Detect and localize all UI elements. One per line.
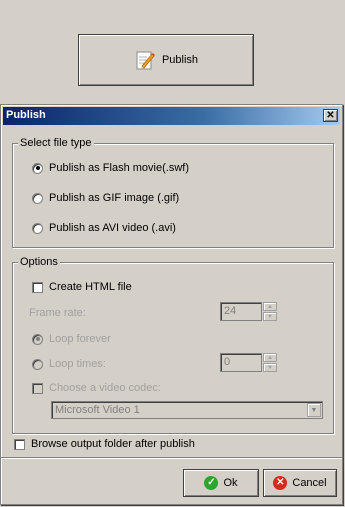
x-circle-icon: ✕ [273, 476, 288, 490]
video-codec-label: Choose a video codec: [49, 382, 161, 394]
publish-dialog: Publish ✕ Select file type Publish as Fl… [0, 104, 343, 505]
radio-gif-label: Publish as GIF image (.gif) [49, 192, 180, 204]
cancel-button-label: Cancel [292, 477, 327, 489]
frame-rate-spinner[interactable]: 24 ▲ ▼ [220, 302, 277, 321]
codec-select[interactable]: Microsoft Video 1 ▼ [51, 401, 323, 419]
frame-rate-input[interactable]: 24 [220, 302, 262, 321]
create-html-checkbox[interactable] [32, 281, 43, 293]
radio-swf[interactable] [32, 162, 43, 174]
dialog-titlebar[interactable]: Publish ✕ [3, 107, 340, 125]
file-type-group: Select file type Publish as Flash movie(… [12, 137, 334, 248]
file-type-legend: Select file type [18, 137, 94, 149]
pencil-paper-icon [134, 49, 156, 71]
radio-option-avi[interactable]: Publish as AVI video (.avi) [32, 222, 176, 234]
spin-up-icon[interactable]: ▲ [263, 353, 277, 362]
cancel-button[interactable]: ✕ Cancel [263, 469, 337, 497]
options-legend: Options [18, 256, 60, 268]
loop-times-spin-buttons[interactable]: ▲ ▼ [263, 353, 277, 372]
spin-down-icon[interactable]: ▼ [263, 363, 277, 372]
spin-up-icon[interactable]: ▲ [263, 302, 277, 311]
dialog-title: Publish [6, 109, 46, 121]
loop-forever-option[interactable]: Loop forever [32, 333, 111, 345]
browse-output-option[interactable]: Browse output folder after publish [14, 438, 195, 450]
loop-forever-radio[interactable] [32, 333, 43, 345]
radio-avi-label: Publish as AVI video (.avi) [49, 222, 176, 234]
video-codec-checkbox[interactable] [32, 382, 43, 394]
codec-select-value: Microsoft Video 1 [55, 404, 140, 416]
radio-option-gif[interactable]: Publish as GIF image (.gif) [32, 192, 179, 204]
loop-times-spinner[interactable]: 0 ▲ ▼ [220, 353, 277, 372]
browse-output-checkbox[interactable] [14, 438, 25, 450]
button-separator [1, 457, 342, 459]
close-button[interactable]: ✕ [323, 109, 338, 122]
radio-avi[interactable] [32, 222, 43, 234]
close-icon: ✕ [326, 109, 335, 121]
loop-times-input[interactable]: 0 [220, 353, 262, 372]
publish-button[interactable]: Publish [78, 34, 254, 86]
browse-output-label: Browse output folder after publish [31, 438, 195, 450]
publish-button-label: Publish [161, 54, 199, 66]
radio-gif[interactable] [32, 192, 43, 204]
create-html-label: Create HTML file [49, 281, 132, 293]
ok-button[interactable]: ✓ Ok [183, 469, 259, 497]
radio-option-swf[interactable]: Publish as Flash movie(.swf) [32, 162, 189, 174]
ok-button-label: Ok [223, 477, 238, 489]
loop-times-option[interactable]: Loop times: [32, 358, 106, 370]
frame-rate-label: Frame rate: [29, 307, 86, 319]
frame-rate-spin-buttons[interactable]: ▲ ▼ [263, 302, 277, 321]
loop-times-radio[interactable] [32, 358, 43, 370]
loop-times-label: Loop times: [49, 358, 106, 370]
check-circle-icon: ✓ [204, 476, 219, 490]
create-html-option[interactable]: Create HTML file [32, 281, 132, 293]
video-codec-option[interactable]: Choose a video codec: [32, 382, 161, 394]
chevron-down-icon[interactable]: ▼ [307, 403, 321, 417]
spin-down-icon[interactable]: ▼ [263, 312, 277, 321]
loop-forever-label: Loop forever [49, 333, 111, 345]
radio-swf-label: Publish as Flash movie(.swf) [49, 162, 189, 174]
